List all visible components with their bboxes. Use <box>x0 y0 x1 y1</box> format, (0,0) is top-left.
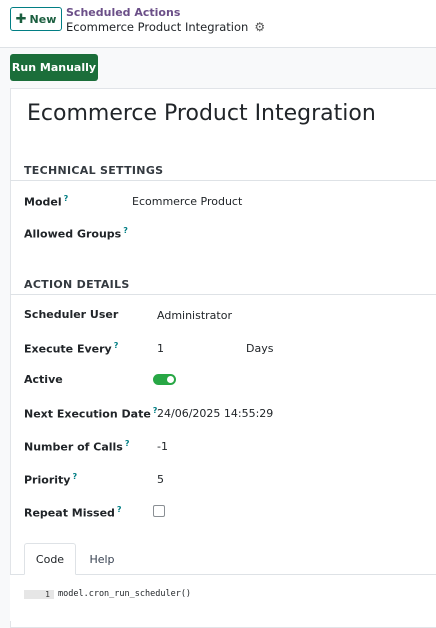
model-label: Model? <box>24 194 68 209</box>
breadcrumb-parent-link[interactable]: Scheduled Actions <box>66 6 180 19</box>
number-of-calls-label: Number of Calls? <box>24 439 130 454</box>
active-toggle[interactable] <box>153 374 176 385</box>
next-execution-label: Next Execution Date? <box>24 406 157 421</box>
section-divider <box>10 180 436 181</box>
repeat-missed-label: Repeat Missed? <box>24 505 122 520</box>
help-tooltip-icon[interactable]: ? <box>72 472 77 481</box>
help-tooltip-icon[interactable]: ? <box>123 226 128 235</box>
help-tooltip-icon[interactable]: ? <box>64 194 69 203</box>
scheduler-user-label: Scheduler User <box>24 308 119 321</box>
priority-label-text: Priority <box>24 473 71 487</box>
repeat-missed-checkbox[interactable] <box>153 505 165 517</box>
model-label-text: Model <box>24 195 62 209</box>
interval-type-select[interactable]: Days <box>246 342 273 355</box>
priority-label: Priority? <box>24 472 77 487</box>
interval-number-field[interactable]: 1 <box>157 342 164 355</box>
section-title-action: ACTION DETAILS <box>24 278 130 291</box>
breadcrumb-current: Ecommerce Product Integration ⚙ <box>66 20 265 34</box>
run-manually-button[interactable]: Run Manually <box>10 54 98 81</box>
section-divider <box>10 294 436 295</box>
model-field[interactable]: Ecommerce Product <box>132 195 242 208</box>
gear-icon[interactable]: ⚙ <box>254 20 265 34</box>
record-title: Ecommerce Product Integration <box>27 101 376 126</box>
code-line-number: 1 <box>24 590 54 599</box>
breadcrumb-current-label: Ecommerce Product Integration <box>66 20 249 34</box>
help-tooltip-icon[interactable]: ? <box>125 439 130 448</box>
section-title-technical: TECHNICAL SETTINGS <box>24 164 164 177</box>
new-button-label: New <box>29 12 57 26</box>
execute-every-label-text: Execute Every <box>24 342 112 356</box>
control-panel: ✚ New Scheduled Actions Ecommerce Produc… <box>0 0 436 48</box>
help-tooltip-icon[interactable]: ? <box>117 505 122 514</box>
allowed-groups-label: Allowed Groups? <box>24 226 128 241</box>
repeat-missed-label-text: Repeat Missed <box>24 506 115 520</box>
scheduler-user-field[interactable]: Administrator <box>157 309 232 322</box>
next-execution-field[interactable]: 24/06/2025 14:55:29 <box>157 407 273 420</box>
next-execution-label-text: Next Execution Date <box>24 407 151 421</box>
code-line[interactable]: model.cron_run_scheduler() <box>58 589 191 599</box>
execute-every-label: Execute Every? <box>24 341 118 356</box>
tab-help[interactable]: Help <box>80 543 124 575</box>
priority-field[interactable]: 5 <box>157 473 164 486</box>
number-of-calls-label-text: Number of Calls <box>24 440 123 454</box>
allowed-groups-label-text: Allowed Groups <box>24 227 122 241</box>
tab-code[interactable]: Code <box>24 543 76 575</box>
allowed-groups-field[interactable] <box>132 226 412 240</box>
help-tooltip-icon[interactable]: ? <box>114 341 119 350</box>
active-label: Active <box>24 373 63 386</box>
new-button[interactable]: ✚ New <box>10 7 62 31</box>
plus-icon: ✚ <box>15 11 27 27</box>
number-of-calls-field[interactable]: -1 <box>157 440 168 453</box>
